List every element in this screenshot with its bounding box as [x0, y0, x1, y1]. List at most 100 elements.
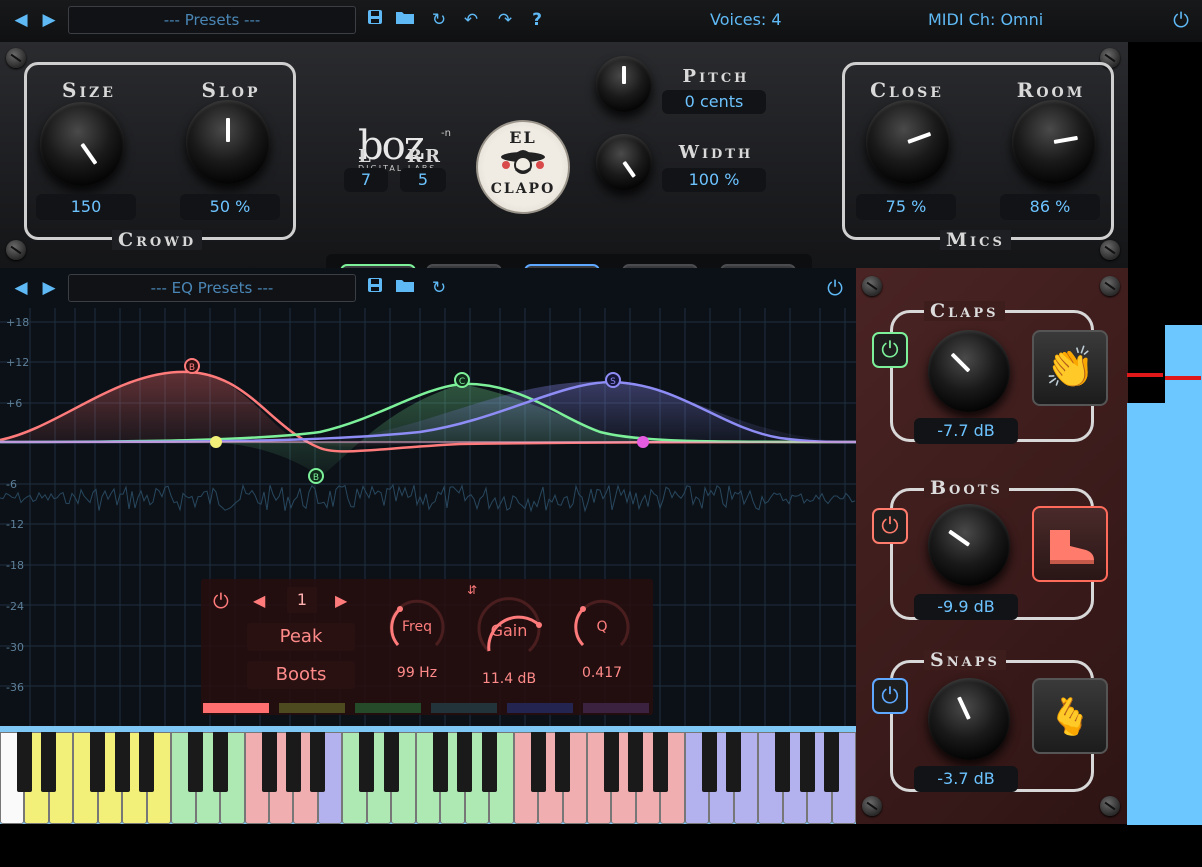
- screw-icon: [6, 48, 26, 68]
- preset-next-icon[interactable]: ▶: [38, 9, 60, 31]
- close-knob[interactable]: [866, 100, 950, 184]
- q-dial[interactable]: Q: [569, 595, 635, 661]
- band-tab[interactable]: [355, 703, 421, 713]
- band-power-icon[interactable]: ⏻: [213, 589, 229, 613]
- piano-black-key[interactable]: [16, 732, 32, 792]
- gain-value[interactable]: 11.4 dB: [473, 671, 545, 687]
- piano-black-key[interactable]: [799, 732, 815, 792]
- eq-node-boots-low[interactable]: B: [308, 468, 324, 484]
- slop-value[interactable]: 50 %: [180, 194, 280, 220]
- piano-black-key[interactable]: [383, 732, 399, 792]
- eq-preset-next-icon[interactable]: ▶: [38, 277, 60, 299]
- piano-keyboard[interactable]: [0, 726, 856, 824]
- band-number[interactable]: 1: [287, 587, 317, 613]
- pitch-value[interactable]: 0 cents: [662, 90, 766, 114]
- snaps-value[interactable]: -3.7 dB: [914, 766, 1018, 792]
- piano-black-key[interactable]: [359, 732, 375, 792]
- slop-knob[interactable]: [186, 100, 270, 184]
- width-knob[interactable]: [596, 134, 652, 190]
- eq-node-snaps[interactable]: S: [605, 372, 621, 388]
- q-value[interactable]: 0.417: [569, 665, 635, 681]
- piano-black-key[interactable]: [41, 732, 57, 792]
- claps-sample-button[interactable]: 👏: [1032, 330, 1108, 406]
- piano-black-key[interactable]: [652, 732, 668, 792]
- eq-reload-icon[interactable]: ↻: [428, 277, 450, 299]
- band-next-icon[interactable]: ▶: [335, 591, 347, 610]
- claps-value[interactable]: -7.7 dB: [914, 418, 1018, 444]
- piano-black-key[interactable]: [726, 732, 742, 792]
- freq-value[interactable]: 99 Hz: [384, 665, 450, 681]
- boots-sample-button[interactable]: [1032, 506, 1108, 582]
- freq-dial[interactable]: Freq: [384, 595, 450, 661]
- gain-link-icon[interactable]: ⇵: [467, 583, 477, 597]
- piano-black-key[interactable]: [212, 732, 228, 792]
- size-knob[interactable]: [40, 102, 124, 186]
- eq-node-claps[interactable]: C: [454, 372, 470, 388]
- piano-black-key[interactable]: [701, 732, 717, 792]
- piano-black-key[interactable]: [188, 732, 204, 792]
- piano-black-key[interactable]: [310, 732, 326, 792]
- size-value[interactable]: 150: [36, 194, 136, 220]
- reload-icon[interactable]: ↻: [428, 9, 450, 31]
- l-value[interactable]: 7: [344, 168, 388, 192]
- piano-black-key[interactable]: [775, 732, 791, 792]
- band-tab[interactable]: [583, 703, 649, 713]
- band-tab[interactable]: [431, 703, 497, 713]
- piano-black-key[interactable]: [457, 732, 473, 792]
- pitch-knob[interactable]: [596, 56, 652, 112]
- band-prev-icon[interactable]: ◀: [253, 591, 265, 610]
- eq-node-boots[interactable]: B: [184, 358, 200, 374]
- piano-black-key[interactable]: [603, 732, 619, 792]
- undo-icon[interactable]: ↶: [460, 9, 482, 31]
- piano-black-key[interactable]: [555, 732, 570, 792]
- piano-black-key[interactable]: [628, 732, 644, 792]
- claps-volume-knob[interactable]: [928, 330, 1010, 412]
- piano-black-key[interactable]: [530, 732, 546, 792]
- piano-black-key[interactable]: [285, 732, 301, 792]
- piano-black-key[interactable]: [481, 732, 497, 792]
- band-tab[interactable]: [279, 703, 345, 713]
- snaps-volume-knob[interactable]: [928, 678, 1010, 760]
- room-knob[interactable]: [1012, 100, 1096, 184]
- screw-icon: [862, 796, 882, 816]
- snaps-power-button[interactable]: ⏻: [872, 678, 908, 714]
- eq-preset-prev-icon[interactable]: ◀: [10, 277, 32, 299]
- close-value[interactable]: 75 %: [856, 194, 956, 220]
- room-label: Room: [1016, 78, 1086, 102]
- midi-channel-readout[interactable]: MIDI Ch: Omni: [928, 10, 1043, 29]
- band-target-select[interactable]: Boots: [247, 661, 355, 689]
- piano-black-key[interactable]: [90, 732, 106, 792]
- piano-black-key[interactable]: [824, 732, 840, 792]
- room-value[interactable]: 86 %: [1000, 194, 1100, 220]
- boots-value[interactable]: -9.9 dB: [914, 594, 1018, 620]
- eq-folder-icon[interactable]: [394, 277, 416, 299]
- snaps-sample-button[interactable]: 🫰: [1032, 678, 1108, 754]
- eq-power-icon[interactable]: ⏻: [824, 277, 846, 299]
- preset-selector[interactable]: --- Presets ---: [68, 6, 356, 34]
- piano-black-key[interactable]: [139, 732, 155, 792]
- redo-icon[interactable]: ↷: [494, 9, 516, 31]
- piano-black-key[interactable]: [114, 732, 130, 792]
- band-tab[interactable]: [507, 703, 573, 713]
- save-icon[interactable]: [364, 9, 386, 31]
- eq-node-magenta[interactable]: [637, 436, 649, 448]
- folder-icon[interactable]: [394, 9, 416, 31]
- size-label: Size: [62, 78, 116, 102]
- rr-value[interactable]: 5: [400, 168, 446, 192]
- eq-save-icon[interactable]: [364, 277, 386, 299]
- global-power-icon[interactable]: ⏻: [1170, 9, 1192, 31]
- piano-black-key[interactable]: [432, 732, 448, 792]
- db-label: +6: [6, 397, 23, 410]
- claps-power-button[interactable]: ⏻: [872, 332, 908, 368]
- eq-preset-selector[interactable]: --- EQ Presets ---: [68, 274, 356, 302]
- band-tab[interactable]: [203, 703, 269, 713]
- width-value[interactable]: 100 %: [662, 168, 766, 192]
- piano-black-key[interactable]: [261, 732, 277, 792]
- gain-dial[interactable]: Gain: [473, 595, 545, 667]
- preset-prev-icon[interactable]: ◀: [10, 9, 32, 31]
- boots-power-button[interactable]: ⏻: [872, 508, 908, 544]
- band-type-select[interactable]: Peak: [247, 623, 355, 651]
- boots-volume-knob[interactable]: [928, 504, 1010, 586]
- eq-node-yellow[interactable]: [210, 436, 222, 448]
- help-icon[interactable]: ?: [526, 9, 548, 31]
